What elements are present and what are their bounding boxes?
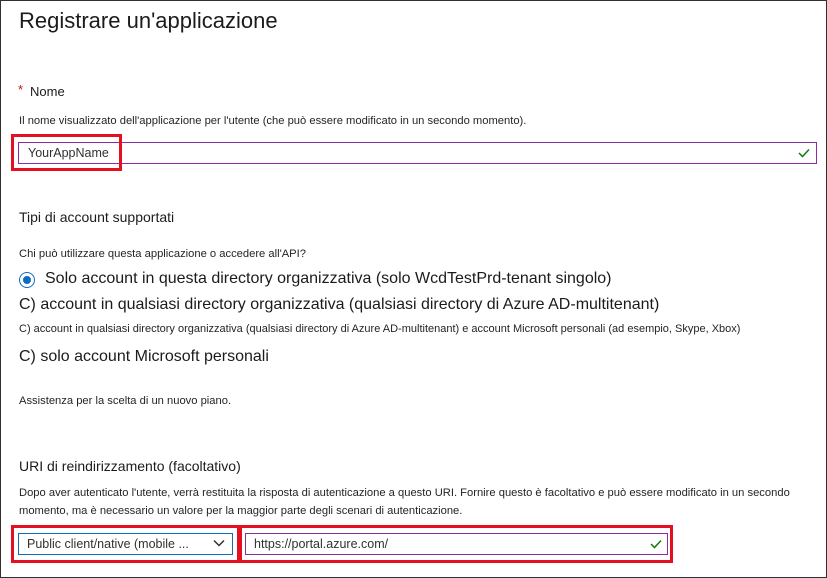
name-help-text: Il nome visualizzato dell'applicazione p… bbox=[19, 115, 527, 127]
account-option-multitenant[interactable]: C) account in qualsiasi directory organi… bbox=[19, 296, 659, 314]
required-marker: * bbox=[18, 82, 24, 97]
page-title: Registrare un'applicazione bbox=[19, 8, 278, 33]
account-types-heading: Tipi di account supportati bbox=[19, 209, 175, 225]
redirect-uri-input[interactable] bbox=[245, 533, 668, 555]
account-option-single-tenant[interactable]: Solo account in questa directory organiz… bbox=[45, 270, 612, 288]
chevron-down-icon[interactable] bbox=[213, 539, 225, 547]
help-choose-link[interactable]: Assistenza per la scelta di un nuovo pia… bbox=[19, 395, 231, 407]
redirect-help-line2: momento, ma è necessario un valore per l… bbox=[19, 505, 463, 517]
redirect-help-line1: Dopo aver autenticato l'utente, verrà re… bbox=[19, 487, 790, 499]
name-input[interactable] bbox=[18, 142, 817, 164]
platform-select-value: Public client/native (mobile ... bbox=[27, 537, 189, 551]
platform-select[interactable]: Public client/native (mobile ... bbox=[18, 533, 233, 555]
account-option-personal-only[interactable]: C) solo account Microsoft personali bbox=[19, 348, 269, 366]
account-option-multitenant-personal[interactable]: C) account in qualsiasi directory organi… bbox=[19, 323, 740, 335]
checkmark-icon bbox=[650, 539, 662, 549]
redirect-uri-heading: URI di reindirizzamento (facoltativo) bbox=[19, 458, 241, 474]
account-types-question: Chi può utilizzare questa applicazione o… bbox=[19, 248, 306, 260]
name-label: Nome bbox=[30, 84, 65, 99]
radio-selected-icon[interactable] bbox=[19, 272, 35, 288]
checkmark-icon bbox=[798, 148, 810, 158]
